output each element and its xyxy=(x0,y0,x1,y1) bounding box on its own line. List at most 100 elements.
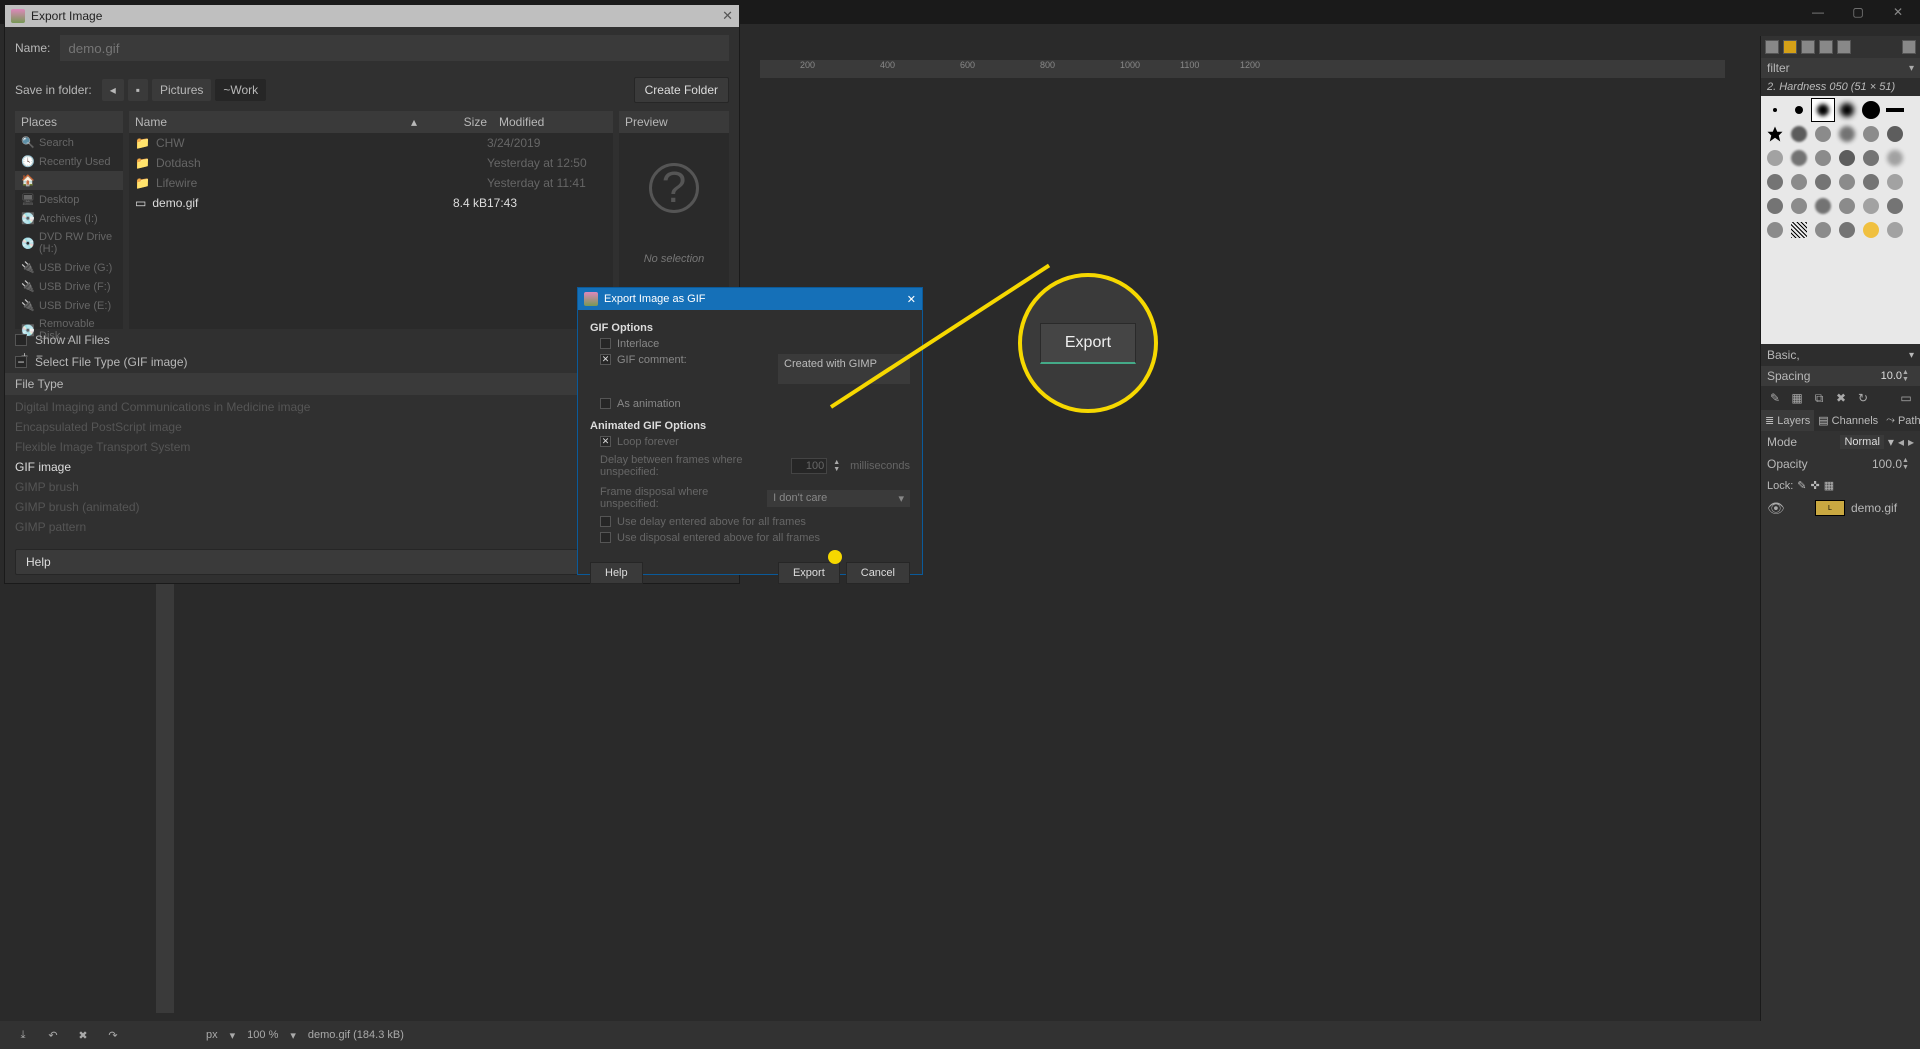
dock-tabs-row xyxy=(1761,36,1920,58)
file-row[interactable]: 📁CHW3/24/2019 xyxy=(129,133,613,153)
disposal-select[interactable]: I don't care▾ xyxy=(767,490,910,507)
zoom-value[interactable]: 100 % xyxy=(247,1029,278,1041)
show-all-files-checkbox[interactable] xyxy=(15,334,27,346)
dock-menu-icon[interactable] xyxy=(1902,40,1916,54)
col-name-header[interactable]: Name▴ xyxy=(129,111,423,133)
open-brush-icon[interactable]: ▭ xyxy=(1898,390,1914,406)
place-usb-g[interactable]: 🔌USB Drive (G:) xyxy=(15,258,123,277)
lock-position-icon[interactable]: ✜ xyxy=(1811,479,1820,492)
export-dialog-title: Export Image xyxy=(31,9,102,23)
breadcrumb-pictures[interactable]: Pictures xyxy=(152,79,211,101)
save-icon[interactable]: ⤓ xyxy=(14,1026,32,1044)
milliseconds-label: milliseconds xyxy=(850,460,910,472)
duplicate-brush-icon[interactable]: ⧉ xyxy=(1811,390,1827,406)
breadcrumb-root[interactable]: ▪ xyxy=(128,79,148,101)
place-usb-f[interactable]: 🔌USB Drive (F:) xyxy=(15,277,123,296)
gif-comment-checkbox[interactable]: ✕ xyxy=(600,354,611,365)
filename-input[interactable] xyxy=(60,35,729,61)
lock-pixels-icon[interactable]: ✎ xyxy=(1797,479,1806,492)
delay-input[interactable] xyxy=(791,458,827,474)
breadcrumb-back[interactable]: ◂ xyxy=(102,79,124,101)
select-file-type-label: Select File Type (GIF image) xyxy=(35,355,188,369)
gif-dialog-title: Export Image as GIF xyxy=(604,293,705,305)
redo-icon[interactable]: ↷ xyxy=(104,1026,122,1044)
col-size-header[interactable]: Size xyxy=(423,111,493,133)
chevron-down-icon[interactable]: ▾ xyxy=(1909,350,1914,361)
use-delay-checkbox[interactable] xyxy=(600,516,611,527)
place-desktop[interactable]: 🖥Desktop xyxy=(15,190,123,209)
place-recent[interactable]: 🕓Recently Used xyxy=(15,152,123,171)
as-animation-checkbox[interactable] xyxy=(600,398,611,409)
file-row[interactable]: 📁LifewireYesterday at 11:41 xyxy=(129,173,613,193)
use-delay-label: Use delay entered above for all frames xyxy=(617,516,806,528)
save-in-folder-label: Save in folder: xyxy=(15,83,92,97)
layer-row[interactable]: 👁 L demo.gif xyxy=(1761,496,1920,520)
basic-label[interactable]: Basic, xyxy=(1767,348,1800,362)
minimize-button[interactable]: — xyxy=(1798,0,1838,24)
breadcrumb-current[interactable]: ~Work xyxy=(215,79,266,101)
file-row[interactable]: ▭demo.gif8.4 kB17:43 xyxy=(129,193,613,213)
unit-select[interactable]: px xyxy=(206,1029,218,1041)
select-file-type-toggle[interactable] xyxy=(15,356,27,368)
gif-dialog-close-icon[interactable]: ✕ xyxy=(907,293,916,306)
place-usb-e[interactable]: 🔌USB Drive (E:) xyxy=(15,296,123,315)
loop-forever-checkbox[interactable]: ✕ xyxy=(600,436,611,447)
gif-dialog-titlebar[interactable]: Export Image as GIF ✕ xyxy=(578,288,922,310)
gif-help-button[interactable]: Help xyxy=(590,562,643,584)
export-button-magnified[interactable]: Export xyxy=(1040,323,1136,364)
chevron-right-icon[interactable]: ▸ xyxy=(1908,435,1914,449)
delete-brush-icon[interactable]: ✖ xyxy=(1833,390,1849,406)
col-modified-header[interactable]: Modified xyxy=(493,111,613,133)
close-icon[interactable]: ✖ xyxy=(74,1026,92,1044)
dock-tab[interactable] xyxy=(1783,40,1797,54)
tab-layers[interactable]: ≣Layers xyxy=(1761,410,1814,431)
maximize-button[interactable]: ▢ xyxy=(1838,0,1878,24)
dock-tab[interactable] xyxy=(1801,40,1815,54)
as-animation-label: As animation xyxy=(617,398,681,410)
undo-icon[interactable]: ↶ xyxy=(44,1026,62,1044)
lock-alpha-icon[interactable]: ▦ xyxy=(1824,479,1834,492)
chevron-down-icon[interactable]: ▾ xyxy=(1909,63,1914,74)
question-icon: ? xyxy=(649,163,699,213)
gif-export-button[interactable]: Export xyxy=(778,562,840,584)
gif-options-header: GIF Options xyxy=(590,322,910,334)
place-archives[interactable]: 💽Archives (I:) xyxy=(15,209,123,228)
tab-channels[interactable]: ▤Channels xyxy=(1814,410,1882,431)
brush-grid[interactable] xyxy=(1761,96,1920,344)
chevron-down-icon[interactable]: ▾ xyxy=(1888,435,1894,449)
chevron-left-icon[interactable]: ◂ xyxy=(1898,435,1904,449)
callout-dot xyxy=(828,550,842,564)
place-dvd[interactable]: 💿DVD RW Drive (H:) xyxy=(15,228,123,258)
file-row[interactable]: 📁DotdashYesterday at 12:50 xyxy=(129,153,613,173)
export-dialog-close-icon[interactable]: ✕ xyxy=(722,8,733,24)
place-search[interactable]: 🔍Search xyxy=(15,133,123,152)
opacity-label: Opacity xyxy=(1767,457,1808,471)
export-dialog-titlebar[interactable]: Export Image ✕ xyxy=(5,5,739,27)
visibility-icon[interactable]: 👁 xyxy=(1767,500,1783,516)
breadcrumb: ◂ ▪ Pictures ~Work xyxy=(102,79,266,101)
filter-label[interactable]: filter xyxy=(1767,61,1790,75)
callout-circle: Export xyxy=(1018,273,1158,413)
use-disposal-checkbox[interactable] xyxy=(600,532,611,543)
mode-select[interactable]: Normal xyxy=(1840,435,1883,449)
dock-tab[interactable] xyxy=(1819,40,1833,54)
mode-label: Mode xyxy=(1767,435,1797,449)
refresh-brush-icon[interactable]: ↻ xyxy=(1855,390,1871,406)
chevron-down-icon[interactable]: ▾ xyxy=(230,1029,236,1042)
dock-tab[interactable] xyxy=(1765,40,1779,54)
place-home[interactable]: 🏠 xyxy=(15,171,123,190)
interlace-checkbox[interactable] xyxy=(600,338,611,349)
tab-paths[interactable]: ⤳Paths xyxy=(1882,410,1920,431)
close-button[interactable]: ✕ xyxy=(1878,0,1918,24)
preview-header: Preview xyxy=(619,111,729,133)
spacing-input[interactable] xyxy=(1862,370,1902,382)
layer-thumbnail: L xyxy=(1815,500,1845,516)
edit-brush-icon[interactable]: ✎ xyxy=(1767,390,1783,406)
new-brush-icon[interactable]: ▦ xyxy=(1789,390,1805,406)
create-folder-button[interactable]: Create Folder xyxy=(634,77,729,103)
dock-tab[interactable] xyxy=(1837,40,1851,54)
opacity-value[interactable]: 100.0 xyxy=(1872,457,1902,471)
gif-cancel-button[interactable]: Cancel xyxy=(846,562,910,584)
chevron-down-icon[interactable]: ▾ xyxy=(290,1029,296,1042)
layer-name[interactable]: demo.gif xyxy=(1851,501,1897,515)
